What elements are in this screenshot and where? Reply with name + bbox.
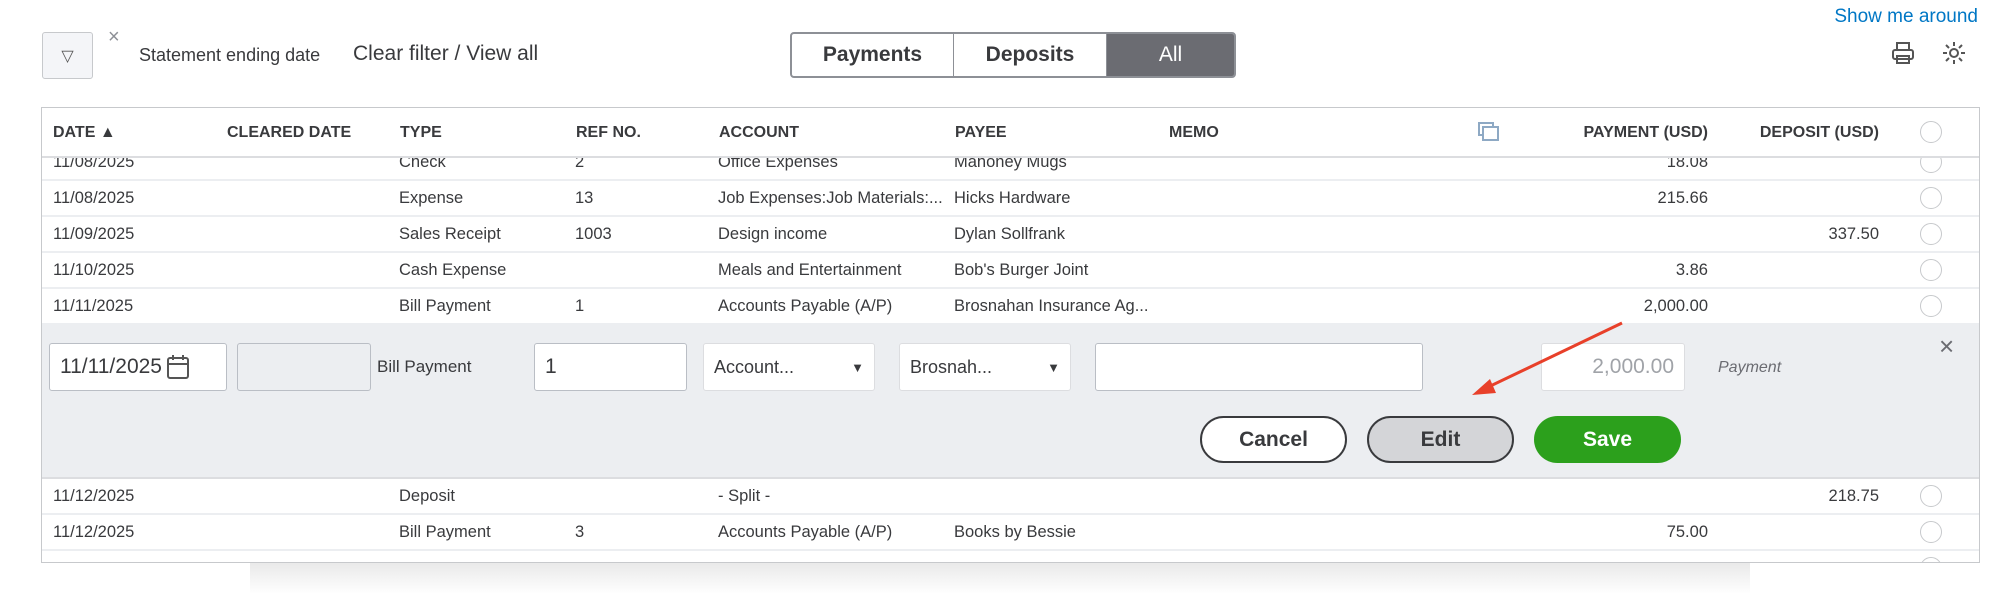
- row-payment: 2,000.00: [1643, 297, 1708, 315]
- col-type[interactable]: TYPE: [400, 124, 442, 142]
- row-ref-no: 1003: [575, 225, 612, 243]
- row-ref-no: 13: [575, 189, 594, 207]
- row-payee: Books by Bessie: [954, 523, 1076, 541]
- annotation-arrow-icon: [1472, 321, 1623, 395]
- row-payment: 3.86: [1675, 261, 1708, 279]
- copy-icon[interactable]: [1478, 122, 1500, 142]
- segment-all[interactable]: All: [1107, 34, 1234, 76]
- col-memo[interactable]: MEMO: [1169, 124, 1219, 142]
- edit-button[interactable]: Edit: [1367, 416, 1514, 463]
- row-select-radio[interactable]: [1920, 187, 1942, 209]
- date-value: 11/11/2025: [60, 355, 162, 378]
- row-payee: Bob's Burger Joint: [954, 261, 1089, 279]
- table-row[interactable]: 11/10/2025 Cash Expense Meals and Entertai…: [42, 253, 1979, 289]
- row-date: 11/10/2025: [53, 261, 135, 279]
- col-date[interactable]: DATE ▲: [53, 124, 116, 142]
- account-select[interactable]: Account... ▼: [703, 343, 875, 391]
- chevron-down-icon: ▼: [1047, 359, 1060, 375]
- clear-filter-x-icon[interactable]: ×: [108, 26, 120, 49]
- amount-type-label: Payment: [1718, 359, 1782, 376]
- row-ref-no: 3: [575, 523, 585, 541]
- col-ref-no[interactable]: REF NO.: [576, 124, 641, 142]
- row-type: Bill Payment: [399, 297, 491, 315]
- table-header: DATE ▲ CLEARED DATE TYPE REF NO. ACCOUNT…: [42, 108, 1979, 158]
- calendar-icon[interactable]: [166, 354, 190, 380]
- col-payment[interactable]: PAYMENT (USD): [1584, 124, 1708, 142]
- gear-icon[interactable]: [1941, 40, 1967, 73]
- row-select-radio[interactable]: [1920, 259, 1942, 281]
- row-account: Accounts Payable (A/P): [718, 297, 893, 315]
- row-ref-no: 1: [575, 297, 585, 315]
- register-table: DATE ▲ CLEARED DATE TYPE REF NO. ACCOUNT…: [41, 107, 1980, 563]
- account-value: Account...: [714, 356, 795, 377]
- memo-field[interactable]: [1095, 343, 1423, 391]
- statement-ending-date-label: Statement ending date: [139, 45, 321, 65]
- show-me-around-link[interactable]: Show me around: [1834, 6, 1978, 28]
- row-date: 11/09/2025: [53, 225, 135, 243]
- row-account: Accounts Payable (A/P): [718, 523, 893, 541]
- clear-filter-link[interactable]: Clear filter / View all: [353, 42, 538, 66]
- row-date: 11/12/2025: [53, 523, 135, 541]
- bottom-shadow: [250, 563, 1750, 594]
- row-type: Cash Expense: [399, 261, 507, 279]
- row-type: Bill Payment: [399, 523, 491, 541]
- row-deposit: 337.50: [1828, 225, 1879, 243]
- type-segmented-control: Payments Deposits All: [790, 32, 1236, 78]
- row-select-radio[interactable]: [1920, 485, 1942, 507]
- table-row[interactable]: 11/09/2025 Sales Receipt 1003 Design income…: [42, 217, 1979, 253]
- edit-row-panel: 11/11/2025 Bill Payment 1 Account... ▼ Br…: [42, 325, 1979, 479]
- row-payee: Dylan Sollfrank: [954, 225, 1065, 243]
- table-row[interactable]: 11/12/2025 Deposit - Split - 218.75: [42, 479, 1979, 515]
- cleared-date-field[interactable]: [237, 343, 371, 391]
- col-deposit[interactable]: DEPOSIT (USD): [1760, 124, 1879, 142]
- payee-select[interactable]: Brosnah... ▼: [899, 343, 1071, 391]
- save-button[interactable]: Save: [1534, 416, 1681, 463]
- funnel-icon: ▽: [61, 47, 74, 65]
- col-payee[interactable]: PAYEE: [955, 124, 1007, 142]
- row-select-radio[interactable]: [1920, 557, 1942, 562]
- table-row-partial[interactable]: [42, 551, 1979, 562]
- row-date: 11/08/2025: [53, 189, 135, 207]
- table-row[interactable]: 11/08/2025 Expense 13 Job Expenses:Job Mate…: [42, 181, 1979, 217]
- date-field[interactable]: 11/11/2025: [49, 343, 227, 391]
- segment-payments[interactable]: Payments: [792, 34, 954, 76]
- row-date: 11/11/2025: [53, 297, 134, 315]
- row-type: Sales Receipt: [399, 225, 501, 243]
- row-payment: 215.66: [1657, 189, 1708, 207]
- col-account[interactable]: ACCOUNT: [719, 124, 799, 142]
- row-type: Expense: [399, 189, 464, 207]
- row-account: Job Expenses:Job Materials:...: [718, 189, 943, 207]
- select-all-radio[interactable]: [1920, 121, 1942, 143]
- printer-icon[interactable]: [1890, 40, 1916, 73]
- row-payment: 75.00: [1666, 523, 1708, 541]
- type-value: Bill Payment: [377, 357, 472, 376]
- row-type: Deposit: [399, 487, 455, 505]
- row-account: Design income: [718, 225, 828, 243]
- row-account: Meals and Entertainment: [718, 261, 902, 279]
- row-deposit: 218.75: [1828, 487, 1879, 505]
- chevron-down-icon: ▼: [851, 359, 864, 375]
- payee-value: Brosnah...: [910, 356, 993, 377]
- row-select-radio[interactable]: [1920, 223, 1942, 245]
- row-select-radio[interactable]: [1920, 295, 1942, 317]
- ref-no-field[interactable]: 1: [534, 343, 687, 391]
- col-cleared-date[interactable]: CLEARED DATE: [227, 124, 351, 142]
- cancel-button[interactable]: Cancel: [1200, 416, 1347, 463]
- row-date: 11/12/2025: [53, 487, 135, 505]
- row-payee: Brosnahan Insurance Ag...: [954, 297, 1149, 315]
- segment-deposits[interactable]: Deposits: [954, 34, 1107, 76]
- row-account: - Split -: [718, 487, 771, 505]
- filter-button[interactable]: ▽: [42, 32, 93, 79]
- row-select-radio[interactable]: [1920, 521, 1942, 543]
- table-row[interactable]: 11/12/2025 Bill Payment 3 Accounts Payable …: [42, 515, 1979, 551]
- close-icon[interactable]: ×: [1939, 331, 1954, 362]
- row-payee: Hicks Hardware: [954, 189, 1071, 207]
- table-row[interactable]: 11/11/2025 Bill Payment 1 Accounts Payable …: [42, 289, 1979, 325]
